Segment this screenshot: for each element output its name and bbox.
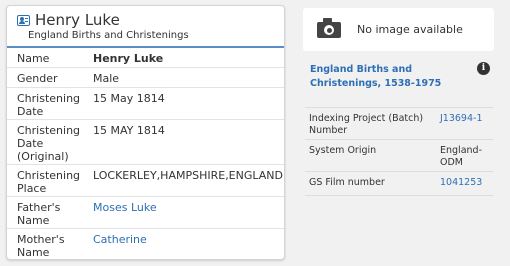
field-row-christening-place: Christening Place LOCKERLEY,HAMPSHIRE,EN… <box>7 165 284 197</box>
info-icon[interactable]: i <box>477 62 490 75</box>
record-collection: England Births and Christenings <box>28 30 189 41</box>
field-row-gender: Gender Male <box>7 68 284 88</box>
field-value: LOCKERLEY,HAMPSHIRE,ENGLAND <box>93 169 283 182</box>
field-label: Father's Name <box>17 201 61 227</box>
field-row-name: Name Henry Luke <box>7 48 284 68</box>
field-label: Christening Date <box>17 92 81 118</box>
record-fields: Name Henry Luke Gender Male Christening … <box>7 48 284 259</box>
meta-label: Indexing Project (Batch) Number <box>309 113 424 136</box>
field-value: 15 MAY 1814 <box>93 124 165 137</box>
meta-value: England-ODM <box>440 145 482 168</box>
field-row-father: Father's Name Moses Luke <box>7 197 284 229</box>
record-card: Henry Luke England Births and Christenin… <box>6 5 285 260</box>
film-number-link[interactable]: 1041253 <box>440 177 482 189</box>
field-value: 15 May 1814 <box>93 92 165 105</box>
person-record-icon <box>17 15 30 26</box>
field-row-christening-date: Christening Date 15 May 1814 <box>7 88 284 120</box>
batch-number-link[interactable]: J13694-1 <box>440 113 483 125</box>
meta-row-origin: System Origin England-ODM <box>305 140 493 172</box>
camera-icon <box>317 18 341 38</box>
collection-title-link[interactable]: England Births and Christenings, 1538-19… <box>310 63 470 91</box>
record-header: Henry Luke England Births and Christenin… <box>7 6 284 48</box>
meta-label: GS Film number <box>309 177 385 188</box>
meta-row-batch: Indexing Project (Batch) Number J13694-1 <box>305 108 493 140</box>
field-value: Henry Luke <box>93 52 164 65</box>
meta-label: System Origin <box>309 145 377 156</box>
field-label: Gender <box>17 72 58 85</box>
field-row-christening-date-original: Christening Date (Original) 15 MAY 1814 <box>7 120 284 165</box>
no-image-text: No image available <box>357 23 463 36</box>
field-value: Male <box>93 72 120 85</box>
field-row-mother: Mother's Name Catherine <box>7 229 284 259</box>
field-label: Mother's Name <box>17 233 65 259</box>
field-label: Christening Date (Original) <box>17 124 81 163</box>
father-name-link[interactable]: Moses Luke <box>93 201 157 214</box>
field-label: Christening Place <box>17 169 81 195</box>
field-label: Name <box>17 52 50 65</box>
source-metadata: Indexing Project (Batch) Number J13694-1… <box>305 107 493 196</box>
meta-row-film: GS Film number 1041253 <box>305 172 493 196</box>
record-title: Henry Luke <box>35 11 120 29</box>
mother-name-link[interactable]: Catherine <box>93 233 147 246</box>
image-panel: No image available <box>303 8 494 51</box>
